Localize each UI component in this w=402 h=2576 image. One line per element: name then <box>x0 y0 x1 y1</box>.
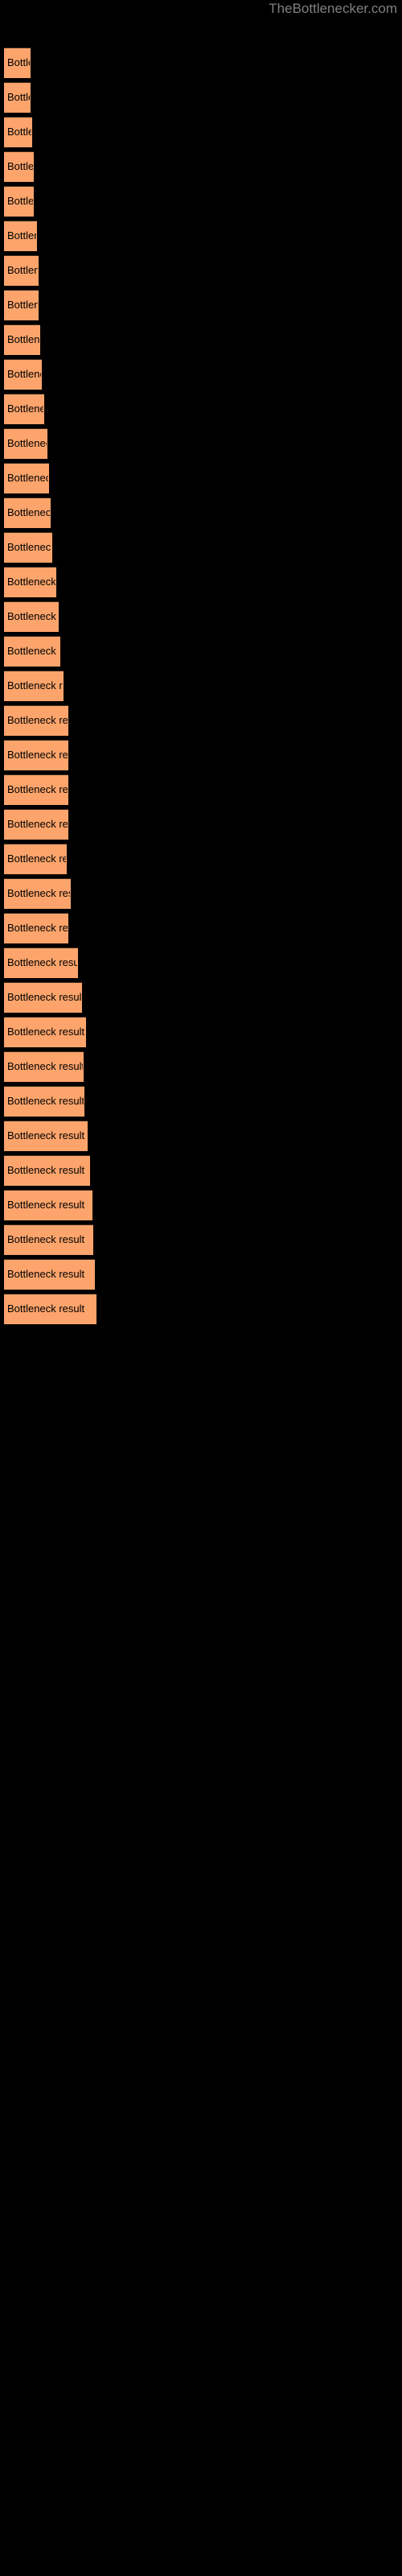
bar <box>4 1224 93 1255</box>
bar <box>4 1155 90 1186</box>
bar-row: Bottleneck result <box>0 221 402 251</box>
bar <box>4 982 82 1013</box>
bar-row: Bottleneck result <box>0 636 402 667</box>
bar <box>4 1051 84 1082</box>
bar <box>4 567 56 597</box>
bar <box>4 1121 88 1151</box>
bar <box>4 324 40 355</box>
bar <box>4 671 64 701</box>
bar <box>4 428 47 459</box>
bar-row: Bottleneck result <box>0 532 402 563</box>
bar <box>4 844 67 874</box>
bar <box>4 82 31 113</box>
bottleneck-bar-chart: Bottleneck result Bottleneck result Bottle… <box>0 0 402 2576</box>
bar-row: Bottleneck result <box>0 809 402 840</box>
bar-row: Bottleneck result <box>0 774 402 805</box>
bar-row: Bottleneck result 4 <box>0 1259 402 1290</box>
bar-row: Bottleneck result <box>0 428 402 459</box>
bar-row: Bottleneck result <box>0 705 402 736</box>
bar-row: Bottleneck result 4 <box>0 1190 402 1220</box>
bar-row: Bottleneck result <box>0 567 402 597</box>
bar-row: Bottleneck result <box>0 151 402 182</box>
bar-row: Bottleneck result <box>0 186 402 217</box>
bar <box>4 1017 86 1047</box>
bar-row: Bottleneck result <box>0 324 402 355</box>
bar <box>4 497 51 528</box>
bar-row: Bottleneck result <box>0 878 402 909</box>
bar-row: Bottleneck result <box>0 947 402 978</box>
bar <box>4 774 68 805</box>
bar <box>4 290 39 320</box>
bar-row: Bottleneck result <box>0 1017 402 1047</box>
bar <box>4 1190 92 1220</box>
bar <box>4 601 59 632</box>
bar-row: Bottleneck result <box>0 290 402 320</box>
bar-row: Bottleneck result <box>0 1121 402 1151</box>
bar <box>4 394 44 424</box>
bar-row: Bottleneck result <box>0 1224 402 1255</box>
bar <box>4 1086 84 1117</box>
bar <box>4 221 37 251</box>
bar-row: Bottleneck result <box>0 671 402 701</box>
bar-row: Bottleneck result <box>0 497 402 528</box>
bar-row: Bottleneck result <box>0 255 402 286</box>
bar <box>4 151 34 182</box>
bar <box>4 1259 95 1290</box>
bar <box>4 1294 96 1324</box>
bar <box>4 463 49 493</box>
bar-row: Bottleneck result <box>0 47 402 78</box>
bar-row: Bottleneck result <box>0 359 402 390</box>
bar-value: 4 <box>97 1268 104 1280</box>
bar <box>4 947 78 978</box>
bar <box>4 359 42 390</box>
bar-row: Bottleneck result <box>0 1155 402 1186</box>
bar-row: Bottleneck result <box>0 601 402 632</box>
bar <box>4 636 60 667</box>
bar-row: Bottleneck result <box>0 740 402 770</box>
bar <box>4 878 71 909</box>
bar-row: Bottleneck result <box>0 1294 402 1324</box>
bar-row: Bottleneck result <box>0 913 402 943</box>
bar <box>4 913 68 943</box>
bar-row: Bottleneck result <box>0 82 402 113</box>
bar-row: Bottleneck result <box>0 1086 402 1117</box>
bar <box>4 47 31 78</box>
bar-row: Bottleneck result <box>0 394 402 424</box>
bar <box>4 255 39 286</box>
bar-row: Bottleneck result <box>0 1051 402 1082</box>
bar <box>4 117 32 147</box>
bar-row: Bottleneck result <box>0 463 402 493</box>
bar-value: 4 <box>95 1199 101 1211</box>
bar-row: Bottleneck result <box>0 844 402 874</box>
bar <box>4 705 68 736</box>
bar-row: Bottleneck result <box>0 982 402 1013</box>
bar <box>4 809 68 840</box>
bar <box>4 186 34 217</box>
bar <box>4 740 68 770</box>
bar-row: Bottleneck result <box>0 117 402 147</box>
bar <box>4 532 52 563</box>
